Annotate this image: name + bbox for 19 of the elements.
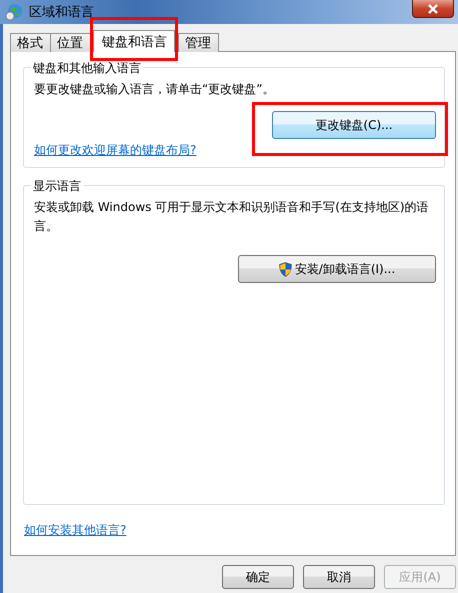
action-button[interactable]: 安装/卸载语言(I)... <box>238 255 436 283</box>
description-text: 安装或卸载 Windows 可用于显示文本和识别语音和手写(在支持地区)的语言。 <box>34 199 430 235</box>
group-title: 键盘和其他输入语言 <box>31 60 144 77</box>
dialog-button[interactable]: 确定 <box>222 565 294 589</box>
description-text: 要更改键盘或输入语言，请单击“更改键盘”。 <box>34 81 276 98</box>
close-icon <box>427 4 439 14</box>
shield-icon <box>278 262 292 276</box>
globe-icon <box>5 3 23 21</box>
window-title: 区域和语言 <box>29 4 94 21</box>
help-link[interactable]: 如何更改欢迎屏幕的键盘布局? <box>34 142 196 159</box>
group-title: 显示语言 <box>31 178 84 195</box>
action-button[interactable]: 更改键盘(C)... <box>272 111 436 139</box>
tab[interactable]: 管理 <box>178 33 219 52</box>
tab[interactable]: 位置 <box>50 33 91 52</box>
tab[interactable]: 键盘和语言 <box>93 30 175 52</box>
help-link[interactable]: 如何安装其他语言? <box>24 522 126 539</box>
tab[interactable]: 格式 <box>10 33 51 52</box>
close-button[interactable] <box>412 0 454 18</box>
dialog-button[interactable]: 取消 <box>303 565 375 589</box>
